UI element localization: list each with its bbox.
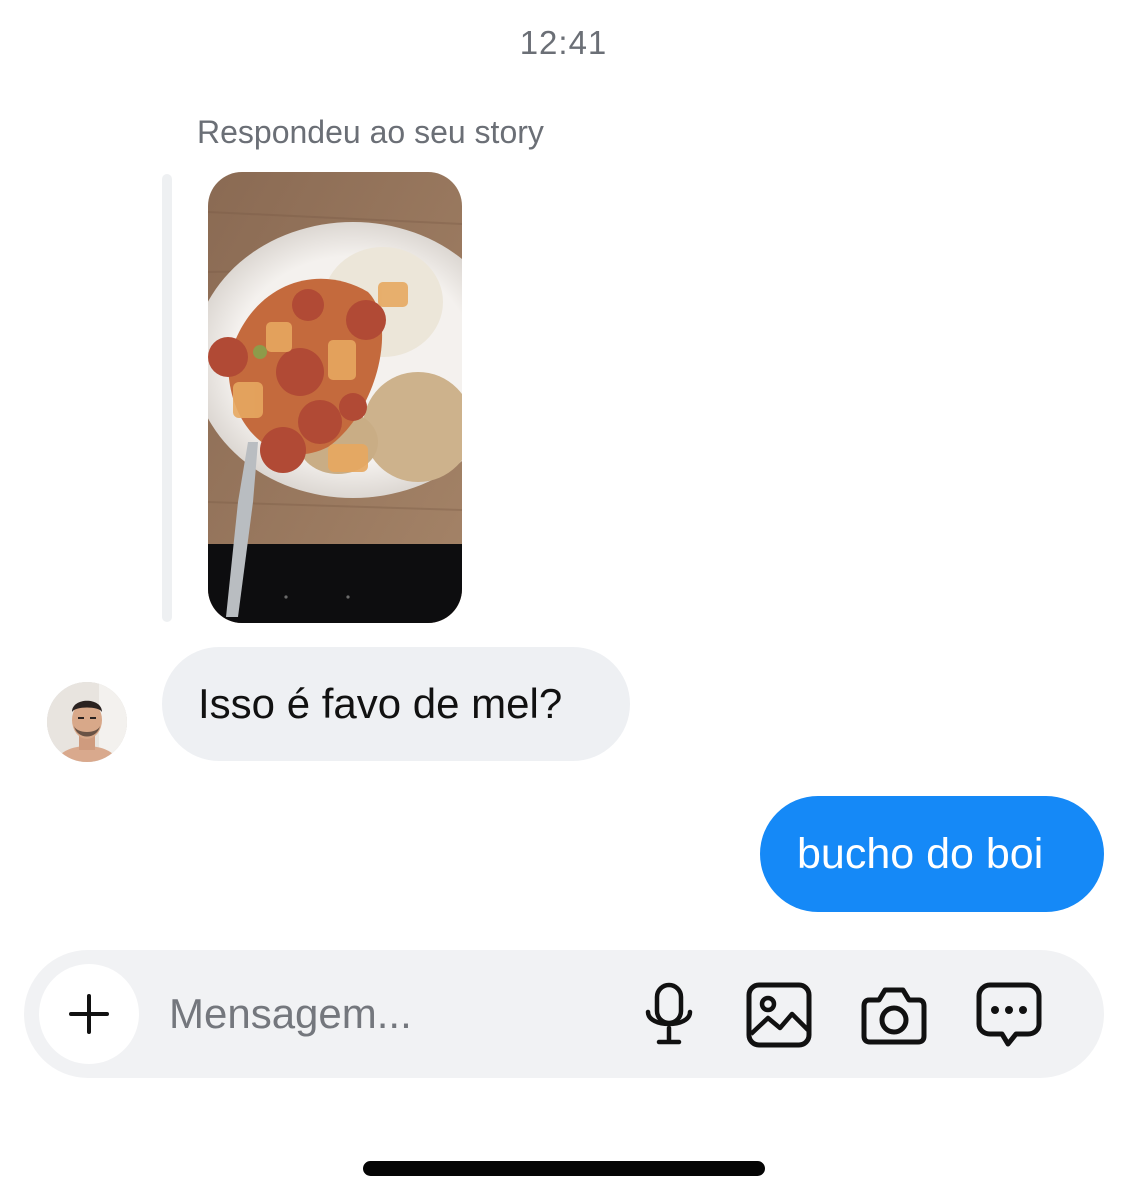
contact-avatar[interactable] [47,682,127,762]
sticker-chat-icon[interactable] [976,982,1042,1048]
message-input[interactable] [169,988,609,1040]
outgoing-message-bubble[interactable]: bucho do boi [760,796,1104,912]
story-thumbnail[interactable] [208,172,462,623]
food-plate-image [208,172,462,623]
camera-icon[interactable] [861,982,927,1048]
message-composer [24,950,1104,1078]
microphone-icon[interactable] [636,982,702,1048]
incoming-message-bubble[interactable]: Isso é favo de mel? [162,647,630,761]
home-indicator[interactable] [363,1161,765,1176]
reply-indicator-bar [162,174,172,622]
story-reply-caption: Respondeu ao seu story [197,114,544,150]
avatar-photo [47,682,127,762]
gallery-icon[interactable] [746,982,812,1048]
message-timestamp: 12:41 [519,24,608,61]
plus-icon[interactable] [39,964,139,1064]
